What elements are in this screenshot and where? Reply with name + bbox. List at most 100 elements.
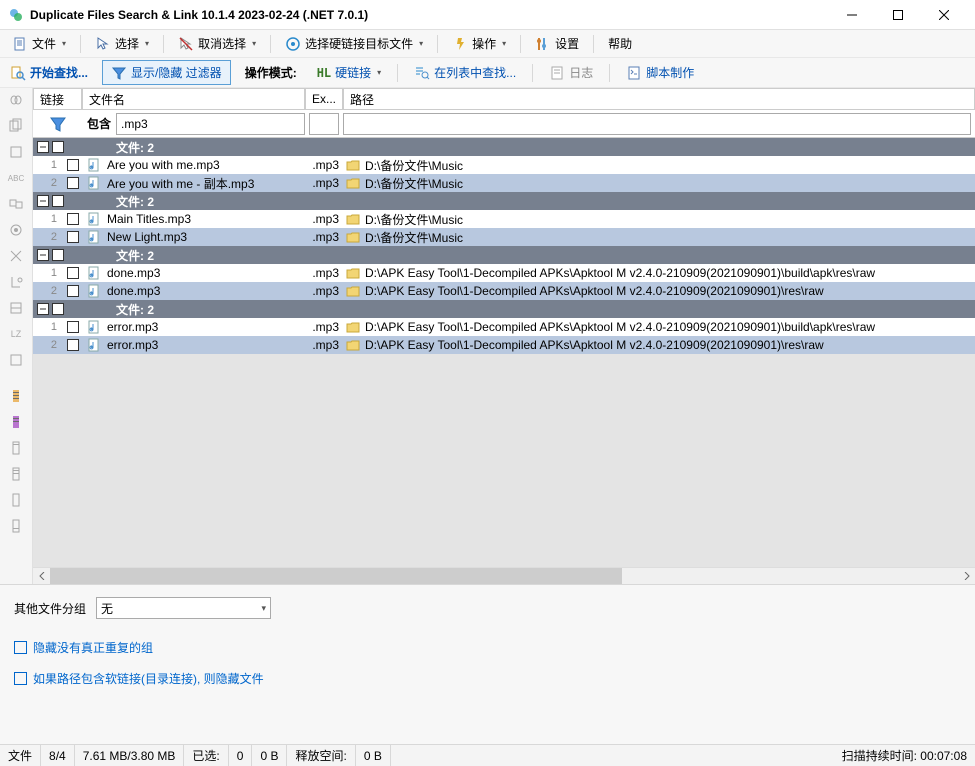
group-header[interactable]: 文件: 2	[33, 300, 975, 318]
col-filename[interactable]: 文件名	[82, 88, 305, 109]
group-header[interactable]: 文件: 2	[33, 246, 975, 264]
row-index: 2	[33, 177, 63, 189]
row-checkbox[interactable]	[63, 231, 83, 243]
filter-contains-label: 包含	[82, 115, 116, 132]
row-checkbox[interactable]	[63, 321, 83, 333]
row-filename: Are you with me.mp3	[105, 158, 305, 172]
side-strip-5[interactable]	[6, 490, 26, 510]
table-row[interactable]: 1Main Titles.mp3.mp3D:\备份文件\Music	[33, 210, 975, 228]
table-row[interactable]: 1Are you with me.mp3.mp3D:\备份文件\Music	[33, 156, 975, 174]
row-filename: done.mp3	[105, 266, 305, 280]
filter-filename-input[interactable]	[116, 113, 305, 135]
collapse-icon[interactable]	[37, 249, 49, 261]
collapse-icon[interactable]	[37, 141, 49, 153]
row-index: 1	[33, 321, 63, 333]
collapse-icon[interactable]	[37, 195, 49, 207]
side-btn-lz[interactable]: LZ	[6, 324, 26, 344]
toolbar: 开始查找... 显示/隐藏 过滤器 操作模式: HL 硬链接▾ 在列表中查找..…	[0, 58, 975, 88]
script-make-button[interactable]: 脚本制作	[620, 62, 700, 83]
side-btn-1[interactable]	[6, 90, 26, 110]
folder-icon	[343, 176, 363, 190]
status-sel-count: 0	[229, 745, 253, 766]
table-row[interactable]: 1done.mp3.mp3D:\APK Easy Tool\1-Decompil…	[33, 264, 975, 282]
menu-unselect[interactable]: 取消选择▾	[172, 33, 262, 54]
row-checkbox[interactable]	[63, 213, 83, 225]
table-row[interactable]: 2New Light.mp3.mp3D:\备份文件\Music	[33, 228, 975, 246]
side-strip-1[interactable]	[6, 386, 26, 406]
side-btn-6[interactable]	[6, 220, 26, 240]
side-strip-2[interactable]	[6, 412, 26, 432]
table-row[interactable]: 2done.mp3.mp3D:\APK Easy Tool\1-Decompil…	[33, 282, 975, 300]
group-checkbox[interactable]	[52, 195, 64, 207]
side-strip-6[interactable]	[6, 516, 26, 536]
group-checkbox[interactable]	[52, 249, 64, 261]
checkbox-icon	[14, 672, 27, 685]
menu-settings[interactable]: 设置	[529, 33, 585, 54]
start-search-button[interactable]: 开始查找...	[4, 62, 94, 83]
side-btn-4[interactable]: ABC	[6, 168, 26, 188]
side-btn-7[interactable]	[6, 246, 26, 266]
table-row[interactable]: 2error.mp3.mp3D:\APK Easy Tool\1-Decompi…	[33, 336, 975, 354]
col-path[interactable]: 路径	[343, 88, 975, 109]
row-path: D:\备份文件\Music	[363, 175, 975, 192]
chevron-down-icon: ▾	[377, 68, 381, 77]
group-header[interactable]: 文件: 2	[33, 192, 975, 210]
side-btn-9[interactable]	[6, 298, 26, 318]
scroll-thumb[interactable]	[50, 568, 622, 584]
collapse-icon[interactable]	[37, 303, 49, 315]
side-btn-10[interactable]	[6, 350, 26, 370]
search-doc-icon	[10, 65, 26, 81]
op-mode-label: 操作模式:	[239, 62, 303, 83]
side-btn-5[interactable]	[6, 194, 26, 214]
side-strip-3[interactable]	[6, 438, 26, 458]
row-ext: .mp3	[305, 230, 343, 244]
menu-select-hardlink[interactable]: 选择硬链接目标文件▾	[279, 33, 429, 54]
chevron-down-icon: ▾	[62, 39, 66, 48]
menu-operate[interactable]: 操作▾	[446, 33, 512, 54]
row-checkbox[interactable]	[63, 159, 83, 171]
side-btn-2[interactable]	[6, 116, 26, 136]
hardlink-mode-button[interactable]: HL 硬链接▾	[311, 62, 387, 83]
audio-file-icon	[83, 338, 105, 352]
row-checkbox[interactable]	[63, 267, 83, 279]
col-link[interactable]: 链接	[33, 88, 82, 109]
row-index: 2	[33, 285, 63, 297]
row-checkbox[interactable]	[63, 339, 83, 351]
menu-select[interactable]: 选择▾	[89, 33, 155, 54]
row-path: D:\APK Easy Tool\1-Decompiled APKs\Apkto…	[363, 266, 975, 280]
close-button[interactable]	[921, 0, 967, 30]
menu-help[interactable]: 帮助	[602, 33, 638, 54]
audio-file-icon	[83, 230, 105, 244]
col-ext[interactable]: Ex...	[305, 88, 343, 109]
other-group-select[interactable]: 无 ▾	[96, 597, 271, 619]
scroll-right-icon[interactable]	[958, 568, 975, 584]
menu-file[interactable]: 文件▾	[6, 33, 72, 54]
row-checkbox[interactable]	[63, 177, 83, 189]
table-row[interactable]: 1error.mp3.mp3D:\APK Easy Tool\1-Decompi…	[33, 318, 975, 336]
group-checkbox[interactable]	[52, 303, 64, 315]
row-filename: error.mp3	[105, 320, 305, 334]
group-header[interactable]: 文件: 2	[33, 138, 975, 156]
find-in-list-button[interactable]: 在列表中查找...	[408, 62, 522, 83]
hide-no-dup-checkbox[interactable]: 隐藏没有真正重复的组	[14, 639, 961, 656]
log-button[interactable]: 日志	[543, 62, 599, 83]
filter-row: 包含	[33, 110, 975, 138]
scroll-left-icon[interactable]	[33, 568, 50, 584]
row-checkbox[interactable]	[63, 285, 83, 297]
horizontal-scrollbar[interactable]	[33, 567, 975, 584]
minimize-button[interactable]	[829, 0, 875, 30]
hide-softlink-checkbox[interactable]: 如果路径包含软链接(目录连接), 则隐藏文件	[14, 670, 961, 687]
maximize-button[interactable]	[875, 0, 921, 30]
toggle-filter-button[interactable]: 显示/隐藏 过滤器	[102, 60, 231, 85]
table-row[interactable]: 2Are you with me - 副本.mp3.mp3D:\备份文件\Mus…	[33, 174, 975, 192]
side-btn-3[interactable]	[6, 142, 26, 162]
side-strip-4[interactable]	[6, 464, 26, 484]
side-btn-8[interactable]	[6, 272, 26, 292]
wrench-icon	[535, 36, 551, 52]
status-sel-size: 0 B	[252, 745, 287, 766]
folder-icon	[343, 338, 363, 352]
filter-path-input[interactable]	[343, 113, 971, 135]
filter-ext-input[interactable]	[309, 113, 339, 135]
group-checkbox[interactable]	[52, 141, 64, 153]
group-title: 文件: 2	[116, 193, 154, 210]
